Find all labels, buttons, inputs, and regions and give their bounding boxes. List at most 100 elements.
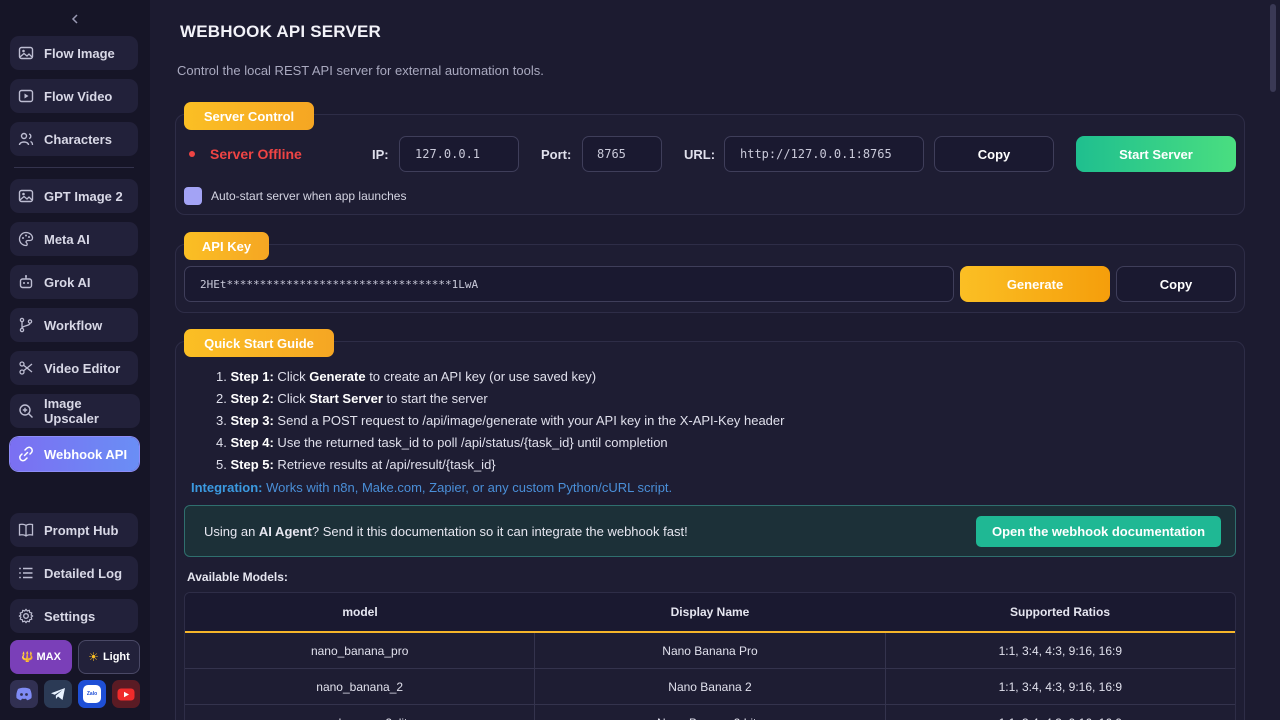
quick-start-tag: Quick Start Guide — [184, 329, 334, 357]
ai-agent-keyword: AI Agent — [258, 524, 312, 539]
sidebar-item-workflow[interactable]: Workflow — [10, 308, 138, 342]
list-item: 5. Step 5: Retrieve results at /api/resu… — [216, 454, 784, 476]
sidebar-item-gpt-image-2[interactable]: GPT Image 2 — [10, 179, 138, 213]
table-cell: Nano Banana 2 Lite — [535, 705, 886, 720]
sidebar-item-settings[interactable]: Settings — [10, 599, 138, 633]
server-status: Server Offline — [210, 146, 302, 162]
step-label: Step 2: — [230, 391, 274, 406]
port-field[interactable]: 8765 — [582, 136, 662, 172]
max-plan-button[interactable]: 🔱 MAX — [10, 640, 72, 674]
link-icon — [16, 444, 36, 464]
sidebar-item-label: GPT Image 2 — [44, 188, 123, 204]
table-row[interactable]: nano_banana_2 Nano Banana 2 1:1, 3:4, 4:… — [185, 669, 1235, 705]
sidebar-divider — [14, 167, 134, 168]
port-label: Port: — [541, 147, 572, 162]
table-cell: nano_banana_pro — [185, 633, 536, 668]
open-docs-button[interactable]: Open the webhook documentation — [976, 516, 1221, 547]
step-label: Step 5: — [230, 457, 274, 472]
table-cell: Nano Banana 2 — [535, 669, 886, 704]
sidebar-item-label: Characters — [44, 131, 112, 147]
table-cell: Nano Banana Pro — [535, 633, 886, 668]
ai-agent-text: Using an AI Agent? Send it this document… — [204, 524, 688, 539]
sidebar-item-webhook-api[interactable]: Webhook API — [10, 437, 139, 471]
api-key-tag: API Key — [184, 232, 269, 260]
theme-label: Light — [102, 651, 130, 663]
generate-key-button[interactable]: Generate — [960, 266, 1110, 302]
zalo-link[interactable]: Zalo — [78, 680, 106, 708]
table-row[interactable]: nano_banana_pro Nano Banana Pro 1:1, 3:4… — [185, 633, 1235, 669]
youtube-link[interactable] — [112, 680, 140, 708]
table-cell: 1:1, 3:4, 4:3, 9:16, 16:9 — [998, 643, 1123, 658]
copy-key-button[interactable]: Copy — [1116, 266, 1236, 302]
sidebar-item-label: Workflow — [44, 317, 103, 333]
sidebar-item-label: Settings — [44, 608, 96, 624]
table-cell: nano_banana_2_lite — [185, 705, 536, 720]
sidebar-item-label: Image Upscaler — [43, 396, 99, 426]
sidebar-item-label: Flow Video — [44, 88, 113, 104]
sidebar-item-meta-ai[interactable]: Meta AI — [10, 222, 138, 256]
scissors-icon — [16, 358, 36, 378]
sidebar-item-characters[interactable]: Characters — [10, 122, 138, 156]
youtube-icon — [117, 688, 135, 700]
discord-icon — [16, 687, 32, 701]
autostart-checkbox[interactable] — [184, 187, 202, 205]
autostart-label: Auto-start server when app launches — [211, 189, 407, 203]
column-header[interactable]: model — [185, 593, 535, 631]
step-label: Step 4: — [230, 435, 274, 450]
zalo-icon: Zalo — [83, 685, 101, 703]
collapse-sidebar-button[interactable] — [66, 10, 84, 28]
ai-agent-text-pre: Using an — [204, 524, 259, 539]
sidebar-item-grok-ai[interactable]: Grok AI — [10, 265, 138, 299]
sidebar-item-prompt-hub[interactable]: Prompt Hub — [10, 513, 138, 547]
telegram-icon — [51, 688, 65, 700]
table-row[interactable]: nano_banana_2_lite Nano Banana 2 Lite 1:… — [185, 705, 1235, 720]
server-control-tag: Server Control — [184, 102, 314, 130]
users-icon — [16, 129, 36, 149]
sidebar-item-video-editor[interactable]: Video Editor — [10, 351, 138, 385]
image-icon — [16, 43, 36, 63]
ip-field[interactable]: 127.0.0.1 — [399, 136, 519, 172]
ip-label: IP: — [372, 147, 389, 162]
column-header[interactable]: Supported Ratios — [885, 593, 1235, 631]
sidebar-item-flow-image[interactable]: Flow Image — [10, 36, 138, 70]
sidebar-item-label: Grok AI — [44, 274, 91, 290]
telegram-link[interactable] — [44, 680, 72, 708]
sidebar-item-image-upscaler[interactable]: Image Upscaler — [10, 394, 140, 428]
palette-icon — [16, 229, 36, 249]
step-text: Retrieve results at /api/result/{task_id… — [273, 457, 496, 472]
list-item: 4. Step 4: Use the returned task_id to p… — [216, 432, 784, 454]
steps-list: 1. Step 1: Click Generate to create an A… — [216, 366, 784, 476]
step-number: 4. — [216, 435, 227, 450]
sidebar: Flow Image Flow Video Characters GPT Ima… — [0, 0, 150, 720]
integration-note: Integration: Works with n8n, Make.com, Z… — [191, 480, 672, 495]
image-icon — [16, 186, 36, 206]
sidebar-item-label: Detailed Log — [44, 565, 123, 581]
discord-link[interactable] — [10, 680, 38, 708]
start-server-button[interactable]: Start Server — [1076, 136, 1236, 172]
step-keyword: Generate — [309, 369, 366, 384]
api-key-field[interactable]: 2HEt**********************************1L… — [184, 266, 954, 302]
integration-label: Integration: — [191, 480, 263, 495]
step-text: Click — [273, 369, 310, 384]
scrollbar-thumb[interactable] — [1270, 4, 1276, 92]
sidebar-item-flow-video[interactable]: Flow Video — [10, 79, 138, 113]
video-icon — [16, 86, 36, 106]
table-cell: 1:1, 3:4, 4:3, 9:16, 16:9 — [886, 705, 1235, 720]
url-field[interactable]: http://127.0.0.1:8765 — [724, 136, 924, 172]
integration-text: Works with n8n, Make.com, Zapier, or any… — [262, 480, 673, 495]
sidebar-item-detailed-log[interactable]: Detailed Log — [10, 556, 138, 590]
robot-icon — [16, 272, 36, 292]
sun-icon: ☀ — [88, 650, 99, 664]
step-label: Step 1: — [230, 369, 274, 384]
column-header[interactable]: Display Name — [535, 593, 885, 631]
list-item: 1. Step 1: Click Generate to create an A… — [216, 366, 784, 388]
url-label: URL: — [684, 147, 716, 162]
step-number: 2. — [216, 391, 227, 406]
theme-toggle-button[interactable]: ☀ Light — [78, 640, 140, 674]
zoom-icon — [16, 401, 36, 421]
step-label: Step 3: — [230, 413, 274, 428]
page-title: WEBHOOK API SERVER — [180, 22, 382, 41]
copy-url-button[interactable]: Copy — [934, 136, 1054, 172]
ai-agent-text-post: ? Send it this documentation so it can i… — [311, 524, 688, 539]
page-subtitle: Control the local REST API server for ex… — [177, 63, 544, 78]
